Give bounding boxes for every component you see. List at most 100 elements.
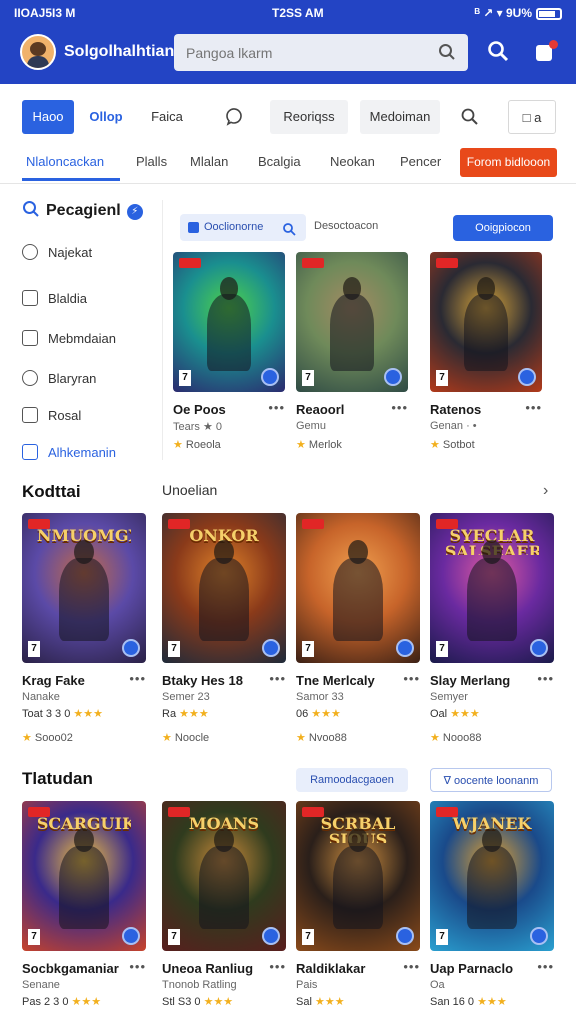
play-icon[interactable] — [122, 639, 140, 657]
featured-cover-art[interactable]: 7 — [296, 252, 408, 392]
tab-3[interactable]: Bcalgia — [258, 154, 301, 169]
more-options-icon[interactable]: ••• — [269, 959, 286, 974]
sidebar-item-2[interactable]: Mebmdaian — [22, 330, 116, 346]
age-rating-icon: 7 — [436, 370, 448, 386]
section2-card-subtitle: Pais — [296, 979, 318, 991]
section1-card[interactable]: ONKOR 7 Btaky Hes 18 ••• Semer 23 Ra ★★★ ★ Noo… — [162, 513, 286, 763]
section2-cover-art[interactable]: WJANEK 7 — [430, 801, 554, 951]
featured-card-title[interactable]: Oe Poos — [173, 402, 226, 417]
play-icon[interactable] — [122, 927, 140, 945]
tab-0[interactable]: Nlaloncackan — [26, 154, 104, 169]
featured-card[interactable]: 7 Oe Poos ••• Tears ★ 0 ★ Roeola — [173, 252, 285, 492]
toolbar-chip-one[interactable]: Reoriqss — [270, 100, 348, 134]
section1-card-footer[interactable]: ★ Nooo88 — [430, 731, 481, 744]
home-button[interactable]: Haoo — [22, 100, 74, 134]
section1-cover-art[interactable]: NMUOMGX 7 — [22, 513, 146, 663]
toolbar-link[interactable]: Ollop — [86, 100, 126, 134]
search-bar[interactable] — [174, 34, 468, 71]
tab-4[interactable]: Neokan — [330, 154, 375, 169]
featured-filter-chip[interactable]: Ooclionorne — [180, 214, 306, 241]
section1-cover-art[interactable]: ONKOR 7 — [162, 513, 286, 663]
section2-pill-two[interactable]: ∇ oocente loonanm — [430, 768, 552, 792]
section2-pill-one[interactable]: Ramoodacgaoen — [296, 768, 408, 792]
search-input[interactable] — [174, 34, 414, 71]
avatar[interactable] — [20, 34, 56, 70]
section1-card-footer[interactable]: ★ Sooo02 — [22, 731, 73, 744]
section2-card-title[interactable]: Uap Parnaclo — [430, 961, 513, 976]
more-options-icon[interactable]: ••• — [403, 671, 420, 686]
sidebar-item-4[interactable]: Rosal — [22, 407, 81, 423]
section2-card-title[interactable]: Raldiklakar — [296, 961, 365, 976]
sidebar-item-1[interactable]: Blaldia — [22, 290, 87, 306]
section1-card-title[interactable]: Krag Fake — [22, 673, 85, 688]
sidebar-item-5[interactable]: Alhkemanin — [22, 444, 116, 460]
notification-dot — [549, 40, 558, 49]
more-options-icon[interactable]: ••• — [537, 671, 554, 686]
toolbar-outline-button[interactable]: □ a — [508, 100, 556, 134]
play-icon[interactable] — [262, 639, 280, 657]
toolbar-chip-two[interactable]: Medoiman — [360, 100, 440, 134]
play-icon[interactable] — [530, 639, 548, 657]
magnifier-icon[interactable] — [456, 100, 484, 134]
more-options-icon[interactable]: ••• — [537, 959, 554, 974]
section1-card-footer[interactable]: ★ Nvoo88 — [296, 731, 347, 744]
sidebar-item-3[interactable]: Blaryran — [22, 370, 96, 386]
tab-5[interactable]: Pencer — [400, 154, 441, 169]
featured-card[interactable]: 7 Ratenos ••• Genan · • ★ Sotbot — [430, 252, 542, 492]
section2-card-title[interactable]: Uneoa Ranliug — [162, 961, 253, 976]
tab-1[interactable]: Plalls — [136, 154, 167, 169]
featured-card-footer[interactable]: ★ Sotbot — [430, 438, 475, 451]
section2-card[interactable]: MOANS 7 Uneoa Ranliug ••• Tnonob Ratling Stl … — [162, 801, 286, 1024]
header-search-icon[interactable] — [487, 40, 509, 67]
section1-card-title[interactable]: Tne Merlcaly — [296, 673, 375, 688]
sidebar-item-0[interactable]: Najekat — [22, 244, 92, 260]
featured-card-title[interactable]: Ratenos — [430, 402, 481, 417]
featured-card[interactable]: 7 Reaoorl ••• Gemu ★ Merlok — [296, 252, 408, 492]
section2-cover-art[interactable]: SCARGUIK 7 — [22, 801, 146, 951]
cta-button[interactable]: Forom bidlooon — [460, 148, 557, 177]
section2-card-title[interactable]: Socbkgamaniar — [22, 961, 119, 976]
featured-cover-art[interactable]: 7 — [173, 252, 285, 392]
section1-cover-art[interactable]: SYECLAR SALSEAER7 — [430, 513, 554, 663]
section2-cover-art[interactable]: SCRBAL SIOUS7 — [296, 801, 420, 951]
section-title-2: Tlatudan — [22, 769, 93, 788]
more-options-icon[interactable]: ••• — [129, 959, 146, 974]
comment-icon[interactable] — [220, 100, 248, 134]
section2-cover-art[interactable]: MOANS 7 — [162, 801, 286, 951]
section2-card[interactable]: WJANEK 7 Uap Parnaclo ••• Oa San 16 0 ★★★ — [430, 801, 554, 1024]
featured-card-title[interactable]: Reaoorl — [296, 402, 344, 417]
section1-card[interactable]: NMUOMGX 7 Krag Fake ••• Nanake Toat 3 3 0 ★★★… — [22, 513, 146, 763]
section1-card-title[interactable]: Btaky Hes 18 — [162, 673, 243, 688]
play-icon[interactable] — [530, 927, 548, 945]
tab-2[interactable]: Mlalan — [190, 154, 228, 169]
featured-card-footer[interactable]: ★ Roeola — [173, 438, 221, 451]
featured-cover-art[interactable]: 7 — [430, 252, 542, 392]
more-options-icon[interactable]: ••• — [269, 671, 286, 686]
play-icon[interactable] — [396, 927, 414, 945]
section1-card[interactable]: 7 Tne Merlcaly ••• Samor 33 06 ★★★ ★ Nvoo88 — [296, 513, 420, 763]
section2-card[interactable]: SCRBAL SIOUS7 Raldiklakar ••• Pais Sal ★★★ — [296, 801, 420, 1024]
more-options-icon[interactable]: ••• — [391, 400, 408, 415]
section2-card[interactable]: SCARGUIK 7 Socbkgamaniar ••• Senane Pas 2 3 0… — [22, 801, 146, 1024]
section1-cover-art[interactable]: 7 — [296, 513, 420, 663]
play-icon[interactable] — [518, 368, 536, 386]
featured-card-footer[interactable]: ★ Merlok — [296, 438, 342, 451]
more-options-icon[interactable]: ••• — [525, 400, 542, 415]
chevron-right-icon[interactable]: › — [543, 482, 548, 500]
more-options-icon[interactable]: ••• — [129, 671, 146, 686]
more-options-icon[interactable]: ••• — [268, 400, 285, 415]
meta-text: Oal — [430, 708, 451, 720]
play-icon[interactable] — [396, 639, 414, 657]
notification-icon[interactable] — [536, 40, 558, 62]
featured-action-button[interactable]: Ooigpiocon — [453, 215, 553, 241]
play-icon[interactable] — [262, 927, 280, 945]
section1-card[interactable]: SYECLAR SALSEAER7 Slay Merlang ••• Semyer Oa… — [430, 513, 554, 763]
more-options-icon[interactable]: ••• — [403, 959, 420, 974]
toolbar-item-plain[interactable]: Faica — [144, 100, 190, 134]
section1-card-footer[interactable]: ★ Noocle — [162, 731, 209, 744]
play-icon[interactable] — [261, 368, 279, 386]
section1-card-title[interactable]: Slay Merlang — [430, 673, 510, 688]
search-icon[interactable] — [438, 43, 456, 66]
play-icon[interactable] — [384, 368, 402, 386]
app-name: Solgolhalhtian — [64, 43, 175, 60]
